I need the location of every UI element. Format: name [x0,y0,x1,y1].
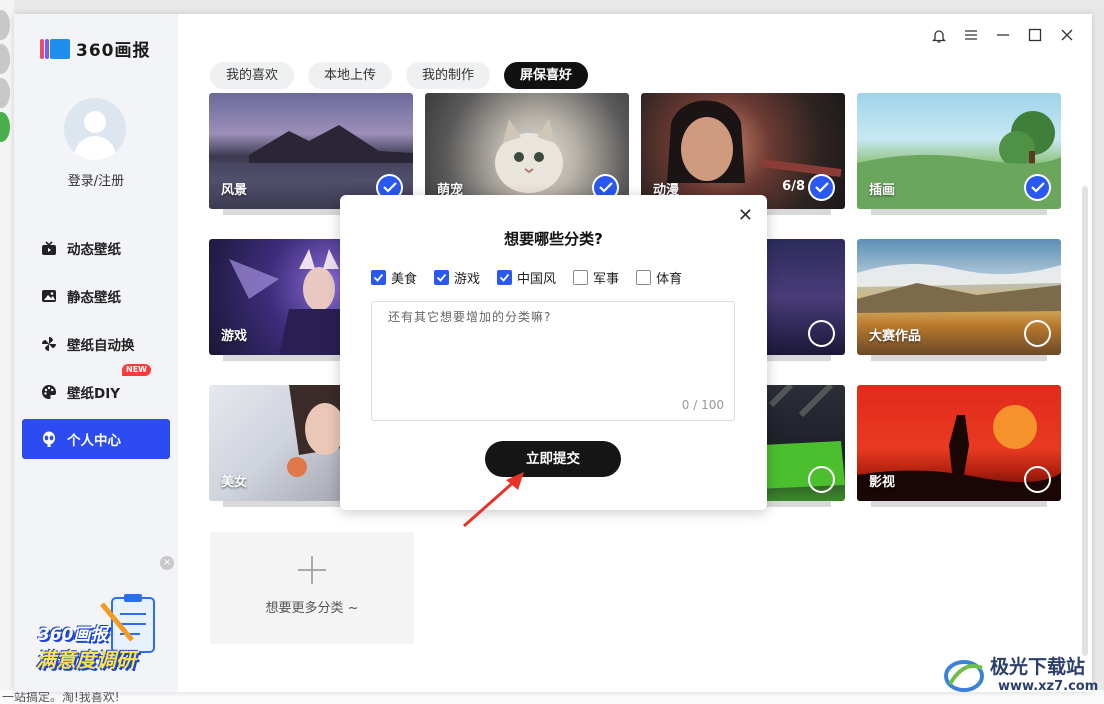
palette-icon [40,384,57,401]
checkbox-unchecked[interactable] [573,270,589,285]
sidebar-item-auto-change[interactable]: 壁纸自动换 [22,324,170,364]
category-label: 美女 [221,475,248,490]
tab-screensaver-preferences[interactable]: 屏保喜好 [504,62,589,89]
category-label: 大赛作品 [869,329,922,344]
image-icon [40,288,57,305]
option-sports[interactable]: 体育 [636,268,682,287]
sidebar-item-dynamic-wallpaper[interactable]: 动态壁纸 [22,228,170,268]
background-dot [0,112,10,142]
app-logo[interactable]: 360画报 [40,36,151,61]
sidebar-item-label: 个人中心 [67,433,121,449]
option-label: 游戏 [454,272,481,287]
sidebar-item-label: 静态壁纸 [67,290,121,306]
menu-icon[interactable] [962,28,980,48]
window-controls [930,28,1076,48]
background-app-edge [0,0,14,704]
background-dot [0,78,10,108]
option-food[interactable]: 美食 [371,268,417,287]
unchecked-icon[interactable] [808,466,835,493]
alien-icon [40,431,57,448]
textarea-placeholder: 还有其它想要增加的分类嘛? [388,310,552,324]
category-label: 影视 [869,475,896,490]
unchecked-icon[interactable] [808,320,835,347]
more-categories-card[interactable]: 想要更多分类 ~ [210,532,414,644]
category-card-contest-works[interactable]: 大赛作品 [857,239,1061,361]
background-dot [0,44,10,74]
more-categories-label: 想要更多分类 ~ [265,601,359,616]
watermark-logo: 极光下载站 www.xz7.com [942,652,1102,700]
tv-icon [40,240,57,257]
minimize-icon[interactable] [994,28,1012,48]
tab-my-creations[interactable]: 我的制作 [406,62,491,89]
login-register-link[interactable]: 登录/注册 [14,170,178,189]
unchecked-icon[interactable] [1024,320,1051,347]
bell-icon[interactable] [930,28,948,48]
option-label: 中国风 [517,272,557,287]
survey-title: 360画报 [38,625,108,645]
option-chinese-style[interactable]: 中国风 [497,268,556,287]
option-label: 军事 [593,272,620,287]
extra-categories-textarea[interactable]: 还有其它想要增加的分类嘛? 0 / 100 [371,301,735,421]
category-request-dialog: 想要哪些分类? ✕ 美食 游戏 中国风 军事 体育 还有其它想要增加的分类嘛? … [340,195,767,510]
maximize-icon[interactable] [1026,28,1044,48]
category-options: 美食 游戏 中国风 军事 体育 [371,268,699,287]
category-label: 游戏 [221,329,248,344]
survey-banner[interactable]: 360画报 满意度调研 [32,594,160,684]
pinwheel-icon [40,336,57,353]
sidebar-item-label: 壁纸DIY [67,386,121,402]
category-card-anime[interactable]: 动漫 6/8 [641,93,845,215]
option-games[interactable]: 游戏 [434,268,480,287]
red-arrow-annotation [463,472,524,528]
scrollbar[interactable] [1082,186,1088,656]
category-label: 风景 [221,183,248,198]
checkbox-checked[interactable] [434,270,450,285]
char-counter: 0 / 100 [681,398,724,412]
background-bottom-text: 一站搞定。淘!我喜欢! [0,690,1104,704]
tab-bar: 我的喜欢 本地上传 我的制作 屏保喜好 [210,62,589,89]
watermark-url: www.xz7.com [998,679,1099,694]
sidebar-item-label: 动态壁纸 [67,242,121,258]
option-military[interactable]: 军事 [573,268,619,287]
checked-icon[interactable] [808,174,835,201]
background-dot [0,10,10,40]
checked-icon[interactable] [1024,174,1051,201]
checkbox-checked[interactable] [371,270,386,285]
dialog-title: 想要哪些分类? [504,230,603,248]
survey-subtitle: 满意度调研 [36,648,136,672]
checkbox-checked[interactable] [497,270,513,285]
close-icon[interactable] [1058,28,1076,48]
plus-icon [298,556,326,584]
category-card-film[interactable]: 影视 [857,385,1061,507]
sidebar-item-static-wallpaper[interactable]: 静态壁纸 [22,276,170,316]
category-card-landscape[interactable]: 风景 [209,93,413,215]
checkbox-unchecked[interactable] [636,270,652,285]
tab-local-upload[interactable]: 本地上传 [308,62,393,89]
logo-icon [40,38,70,59]
close-icon[interactable]: ✕ [738,205,753,226]
avatar[interactable] [64,98,126,160]
option-label: 美食 [391,272,418,287]
sidebar-item-label: 壁纸自动换 [67,338,135,354]
survey-close-button[interactable]: × [160,556,174,570]
new-badge: NEW [122,364,151,376]
category-label: 插画 [869,183,896,198]
category-card-pets[interactable]: 萌宠 [425,93,629,215]
option-label: 体育 [656,272,683,287]
sidebar-item-personal-center[interactable]: 个人中心 [22,419,170,459]
selection-counter: 6/8 [782,179,805,194]
category-card-illustration[interactable]: 插画 [857,93,1061,215]
unchecked-icon[interactable] [1024,466,1051,493]
tab-my-favorites[interactable]: 我的喜欢 [210,62,295,89]
app-name: 360画报 [76,41,151,61]
watermark-name: 极光下载站 [990,656,1086,678]
sidebar-item-diy[interactable]: 壁纸DIY NEW [22,364,170,412]
sidebar: 360画报 登录/注册 动态壁纸 静态壁纸 壁纸自动换 壁纸DIY NEW 个人… [14,14,178,692]
